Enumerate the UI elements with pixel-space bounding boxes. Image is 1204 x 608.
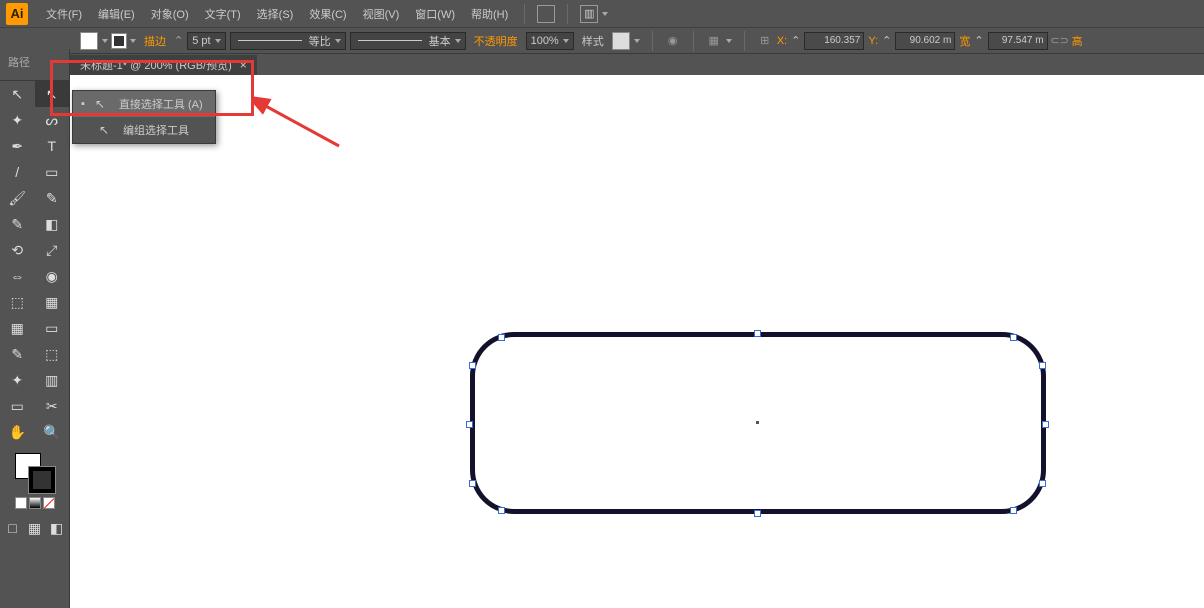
- menu-bar: Ai 文件(F) 编辑(E) 对象(O) 文字(T) 选择(S) 效果(C) 视…: [0, 0, 1204, 27]
- flyout-label: 编组选择工具: [123, 122, 189, 138]
- hand-tool[interactable]: ✋: [0, 419, 35, 445]
- symbol-sprayer-tool[interactable]: ✦: [0, 367, 35, 393]
- tool-indicator-icon: ▪: [81, 98, 85, 110]
- anchor-point[interactable]: [498, 507, 505, 514]
- eraser-tool[interactable]: ◧: [35, 211, 70, 237]
- anchor-point[interactable]: [1010, 334, 1017, 341]
- gradient-tool[interactable]: ▭: [35, 315, 70, 341]
- selection-tool[interactable]: ↖: [0, 81, 35, 107]
- opacity-input[interactable]: 100%: [526, 32, 574, 50]
- h-label: 高: [1072, 33, 1083, 49]
- selection-type-label: 路径: [0, 49, 70, 75]
- pen-tool[interactable]: ✒: [0, 133, 35, 159]
- menu-effect[interactable]: 效果(C): [301, 2, 354, 26]
- menu-select[interactable]: 选择(S): [249, 2, 302, 26]
- x-label: X:: [777, 35, 787, 47]
- w-label: 宽: [959, 33, 970, 49]
- stroke-color[interactable]: [29, 467, 55, 493]
- scale-tool[interactable]: ⤢: [35, 237, 70, 263]
- anchor-point[interactable]: [469, 480, 476, 487]
- app-logo: Ai: [6, 3, 28, 25]
- anchor-point[interactable]: [754, 330, 761, 337]
- gradient-mode-icon[interactable]: [29, 497, 41, 509]
- brush-definition[interactable]: 基本: [350, 32, 466, 50]
- anchor-point[interactable]: [1010, 507, 1017, 514]
- color-mode-icon[interactable]: [15, 497, 27, 509]
- rectangle-tool[interactable]: ▭: [35, 159, 70, 185]
- style-swatch[interactable]: [612, 32, 630, 50]
- direct-selection-tool[interactable]: ↖: [35, 81, 70, 107]
- direct-selection-flyout: ▪ ↖ 直接选择工具 (A) ↖ 编组选择工具: [72, 90, 216, 144]
- opacity-label[interactable]: 不透明度: [470, 33, 522, 49]
- blend-tool[interactable]: ⬚: [35, 341, 70, 367]
- menu-window[interactable]: 窗口(W): [407, 2, 463, 26]
- free-transform-tool[interactable]: ◉: [35, 263, 70, 289]
- link-wh-icon[interactable]: ⊂⊃: [1052, 33, 1068, 49]
- fill-stroke-control[interactable]: [15, 453, 55, 493]
- y-input[interactable]: 90.602 m: [895, 32, 955, 50]
- control-bar: 路径 描边 ⌃ 5 pt 等比 基本 不透明度 100% 样式 ◉ ▦ ⊞ X:…: [0, 27, 1204, 53]
- column-graph-tool[interactable]: ▥: [35, 367, 70, 393]
- paintbrush-tool[interactable]: 🖌: [0, 185, 35, 211]
- menu-file[interactable]: 文件(F): [38, 2, 90, 26]
- group-selection-icon: ↖: [99, 123, 113, 137]
- line-tool[interactable]: /: [0, 159, 35, 185]
- variable-width-profile[interactable]: 等比: [230, 32, 346, 50]
- blob-brush-tool[interactable]: ✎: [0, 211, 35, 237]
- lasso-tool[interactable]: ᔕ: [35, 107, 70, 133]
- tab-close-icon[interactable]: ×: [240, 58, 247, 72]
- x-input[interactable]: 160.357: [804, 32, 864, 50]
- stroke-weight-input[interactable]: 5 pt: [187, 32, 225, 50]
- tools-panel: ↖ ↖ ✦ ᔕ ✒ T / ▭ 🖌 ✎ ✎ ◧ ⟲ ⤢ ⇔ ◉ ⬚ ▦ ▦ ▭ …: [0, 75, 70, 608]
- none-mode-icon[interactable]: [43, 497, 55, 509]
- menu-help[interactable]: 帮助(H): [463, 2, 516, 26]
- y-label: Y:: [868, 35, 878, 47]
- shape-builder-tool[interactable]: ⬚: [0, 289, 35, 315]
- menu-edit[interactable]: 编辑(E): [90, 2, 143, 26]
- magic-wand-tool[interactable]: ✦: [0, 107, 35, 133]
- anchor-point[interactable]: [1039, 480, 1046, 487]
- document-tab[interactable]: 未标题-1* @ 200% (RGB/预览) ×: [70, 55, 257, 75]
- align-icon[interactable]: ▦: [706, 33, 722, 49]
- anchor-point[interactable]: [1039, 362, 1046, 369]
- zoom-tool[interactable]: 🔍: [35, 419, 70, 445]
- arrange-icon[interactable]: ▥: [580, 5, 598, 23]
- anchor-point[interactable]: [469, 362, 476, 369]
- anchor-point[interactable]: [466, 421, 473, 428]
- flyout-direct-selection[interactable]: ▪ ↖ 直接选择工具 (A): [73, 91, 215, 117]
- menu-type[interactable]: 文字(T): [197, 2, 249, 26]
- anchor-point[interactable]: [1042, 421, 1049, 428]
- transform-icon[interactable]: ⊞: [757, 33, 773, 49]
- menu-view[interactable]: 视图(V): [355, 2, 408, 26]
- flyout-label: 直接选择工具 (A): [119, 96, 203, 112]
- type-tool[interactable]: T: [35, 133, 70, 159]
- tab-title: 未标题-1* @ 200% (RGB/预览): [80, 57, 232, 73]
- fill-swatch[interactable]: [80, 32, 98, 50]
- anchor-point[interactable]: [754, 510, 761, 517]
- stroke-label[interactable]: 描边: [140, 33, 170, 49]
- screen-mode-presentation[interactable]: ◧: [47, 519, 67, 537]
- rotate-tool[interactable]: ⟲: [0, 237, 35, 263]
- pencil-tool[interactable]: ✎: [35, 185, 70, 211]
- stroke-swatch[interactable]: [112, 34, 126, 48]
- slice-tool[interactable]: ✂: [35, 393, 70, 419]
- recolor-icon[interactable]: ◉: [665, 33, 681, 49]
- anchor-point[interactable]: [498, 334, 505, 341]
- screen-mode-full[interactable]: ▦: [25, 519, 45, 537]
- menu-object[interactable]: 对象(O): [143, 2, 197, 26]
- center-point: [756, 421, 759, 424]
- eyedropper-tool[interactable]: ✎: [0, 341, 35, 367]
- doc-layout-icon[interactable]: [537, 5, 555, 23]
- document-tabs: 未标题-1* @ 200% (RGB/预览) ×: [0, 53, 1204, 75]
- screen-mode-normal[interactable]: □: [3, 519, 23, 537]
- style-label: 样式: [578, 33, 608, 49]
- direct-selection-icon: ↖: [95, 97, 109, 111]
- perspective-grid-tool[interactable]: ▦: [35, 289, 70, 315]
- mesh-tool[interactable]: ▦: [0, 315, 35, 341]
- flyout-group-selection[interactable]: ↖ 编组选择工具: [73, 117, 215, 143]
- width-tool[interactable]: ⇔: [0, 263, 35, 289]
- w-input[interactable]: 97.547 m: [988, 32, 1048, 50]
- artboard-tool[interactable]: ▭: [0, 393, 35, 419]
